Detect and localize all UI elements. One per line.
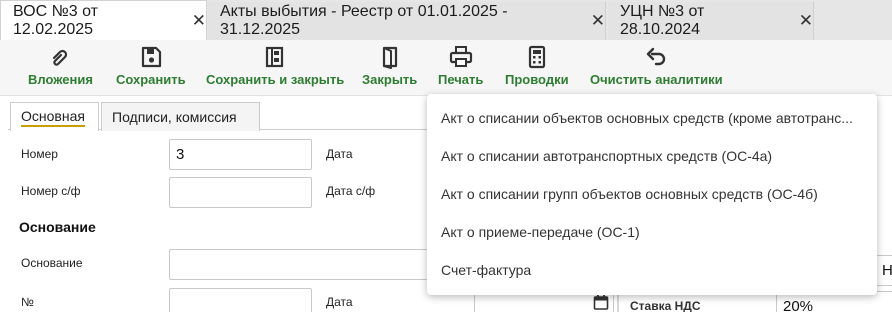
- close-icon[interactable]: ✕: [799, 11, 813, 31]
- save-close-icon: [266, 46, 284, 68]
- calculator-icon: [528, 45, 545, 69]
- document-tab-bar: ВОС №3 от 12.02.2025 ✕ Акты выбытия - Ре…: [0, 0, 892, 40]
- tab-disposal-register[interactable]: Акты выбытия - Реестр от 01.01.2025 - 31…: [208, 2, 606, 40]
- menu-item-os4[interactable]: Акт о списании объектов основных средств…: [427, 99, 877, 137]
- printer-icon: [449, 46, 472, 67]
- vat-rate-label: Ставка НДС: [630, 299, 701, 312]
- basis-number-field[interactable]: [169, 288, 312, 312]
- print-button[interactable]: Печать: [438, 44, 483, 92]
- tab-label: УЦН №3 от 28.10.2024: [620, 3, 705, 38]
- menu-item-os4a[interactable]: Акт о списании автотранспортных средств …: [427, 137, 877, 175]
- basis-label: Основание: [21, 256, 83, 270]
- door-icon: [382, 46, 397, 69]
- tab-label: Акты выбытия - Реестр от 01.01.2025 - 31…: [220, 3, 508, 38]
- undo-icon: [647, 47, 666, 66]
- close-icon[interactable]: ✕: [192, 11, 206, 31]
- number-label: Номер: [21, 147, 58, 161]
- postings-button[interactable]: Проводки: [505, 44, 569, 92]
- close-button[interactable]: Закрыть: [362, 44, 417, 92]
- invoice-number-field[interactable]: [169, 177, 312, 208]
- basis-field[interactable]: [169, 249, 429, 280]
- date-label: Дата: [326, 147, 353, 161]
- menu-item-invoice[interactable]: Счет-фактура: [427, 251, 877, 289]
- number-field[interactable]: 3: [169, 139, 312, 170]
- close-icon[interactable]: ✕: [591, 11, 605, 31]
- tab-voc-3[interactable]: ВОС №3 от 12.02.2025 ✕: [0, 0, 207, 40]
- floppy-disk-icon: [141, 46, 161, 68]
- save-and-close-button[interactable]: Сохранить и закрыть: [206, 44, 344, 92]
- toolbar: Вложения Сохранить Сохранить и закрыть З…: [0, 40, 892, 96]
- invoice-number-label: Номер с/ф: [21, 184, 81, 198]
- invoice-date-label: Дата с/ф: [326, 184, 376, 198]
- basis-date-label: Дата: [326, 295, 353, 309]
- attachments-button[interactable]: Вложения: [28, 44, 93, 92]
- right-partial-field[interactable]: Н: [875, 255, 892, 286]
- tab-signatures-commission[interactable]: Подписи, комиссия: [101, 102, 260, 131]
- tab-ucn-3[interactable]: УЦН №3 от 28.10.2024 ✕: [608, 2, 814, 40]
- tab-label: ВОС №3 от 12.02.2025: [13, 2, 98, 38]
- paperclip-icon: [53, 49, 68, 66]
- basis-section-title: Основание: [19, 219, 96, 235]
- calendar-icon[interactable]: [593, 294, 609, 310]
- save-button[interactable]: Сохранить: [116, 44, 186, 92]
- clear-analytics-button[interactable]: Очистить аналитики: [590, 44, 723, 92]
- menu-item-os4b[interactable]: Акт о списании групп объектов основных с…: [427, 175, 877, 213]
- menu-item-os1[interactable]: Акт о приеме-передаче (ОС-1): [427, 213, 877, 251]
- tab-main[interactable]: Основная: [10, 102, 99, 131]
- basis-number-label: №: [21, 295, 34, 309]
- print-menu: Акт о списании объектов основных средств…: [427, 94, 877, 295]
